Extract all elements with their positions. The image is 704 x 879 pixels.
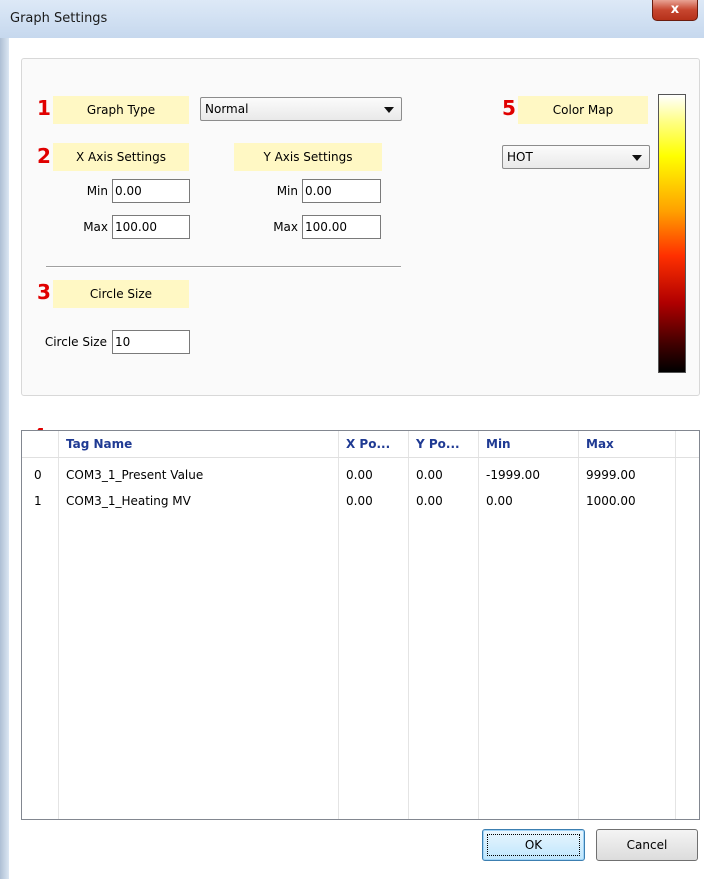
row-tag-name: COM3_1_Heating MV	[66, 494, 191, 508]
y-min-label: Min	[276, 184, 298, 198]
marker-3: 3	[37, 280, 51, 304]
column-header-max[interactable]: Max	[578, 431, 675, 457]
row-max: 9999.00	[586, 468, 636, 482]
close-button[interactable]: x	[652, 0, 698, 21]
list-header: Tag Name X Po... Y Po... Min Max	[22, 431, 699, 458]
title-bar: Graph Settings x	[0, 0, 704, 38]
chevron-down-icon	[384, 107, 394, 113]
color-map-value: HOT	[507, 150, 533, 164]
table-row[interactable]: 0 COM3_1_Present Value 0.00 0.00 -1999.0…	[22, 464, 699, 486]
row-max: 1000.00	[586, 494, 636, 508]
row-index: 0	[34, 468, 42, 482]
x-min-input[interactable]: 0.00	[112, 179, 190, 203]
color-map-gradient	[658, 94, 686, 373]
x-max-input[interactable]: 100.00	[112, 215, 190, 239]
graph-type-label: Graph Type	[53, 96, 189, 124]
color-map-label: Color Map	[518, 96, 648, 124]
row-tag-name: COM3_1_Present Value	[66, 468, 204, 482]
table-row[interactable]: 1 COM3_1_Heating MV 0.00 0.00 0.00 1000.…	[22, 490, 699, 512]
circle-size-header: Circle Size	[53, 280, 189, 308]
y-min-input[interactable]: 0.00	[302, 179, 381, 203]
ok-button[interactable]: OK	[482, 829, 585, 861]
column-header-y-pos[interactable]: Y Po...	[408, 431, 478, 457]
chevron-down-icon	[632, 155, 642, 161]
row-min: 0.00	[486, 494, 513, 508]
marker-5: 5	[502, 96, 516, 120]
circle-size-label: Circle Size	[44, 335, 107, 349]
circle-size-input[interactable]: 10	[112, 330, 190, 354]
row-y-pos: 0.00	[416, 494, 443, 508]
y-axis-settings-label: Y Axis Settings	[234, 143, 382, 171]
row-min: -1999.00	[486, 468, 540, 482]
tag-list[interactable]: Tag Name X Po... Y Po... Min Max 0 COM3_…	[21, 430, 700, 820]
separator	[46, 266, 401, 268]
column-header-tag-name[interactable]: Tag Name	[58, 431, 338, 457]
column-header-min[interactable]: Min	[478, 431, 578, 457]
marker-1: 1	[37, 96, 51, 120]
x-axis-settings-label: X Axis Settings	[53, 143, 189, 171]
marker-2: 2	[37, 144, 51, 168]
column-header-x-pos[interactable]: X Po...	[338, 431, 408, 457]
graph-type-value: Normal	[205, 102, 249, 116]
window-title: Graph Settings	[10, 11, 108, 26]
window-frame-left	[0, 38, 9, 879]
ok-button-label: OK	[524, 838, 543, 852]
x-min-label: Min	[86, 184, 108, 198]
y-max-label: Max	[273, 220, 298, 234]
cancel-button-label: Cancel	[626, 838, 668, 852]
graph-type-select[interactable]: Normal	[200, 97, 402, 121]
cancel-button[interactable]: Cancel	[596, 829, 698, 861]
color-map-select[interactable]: HOT	[502, 145, 650, 169]
row-index: 1	[34, 494, 42, 508]
y-max-input[interactable]: 100.00	[302, 215, 381, 239]
row-x-pos: 0.00	[346, 468, 373, 482]
close-icon: x	[670, 2, 680, 17]
x-max-label: Max	[83, 220, 108, 234]
row-y-pos: 0.00	[416, 468, 443, 482]
row-x-pos: 0.00	[346, 494, 373, 508]
